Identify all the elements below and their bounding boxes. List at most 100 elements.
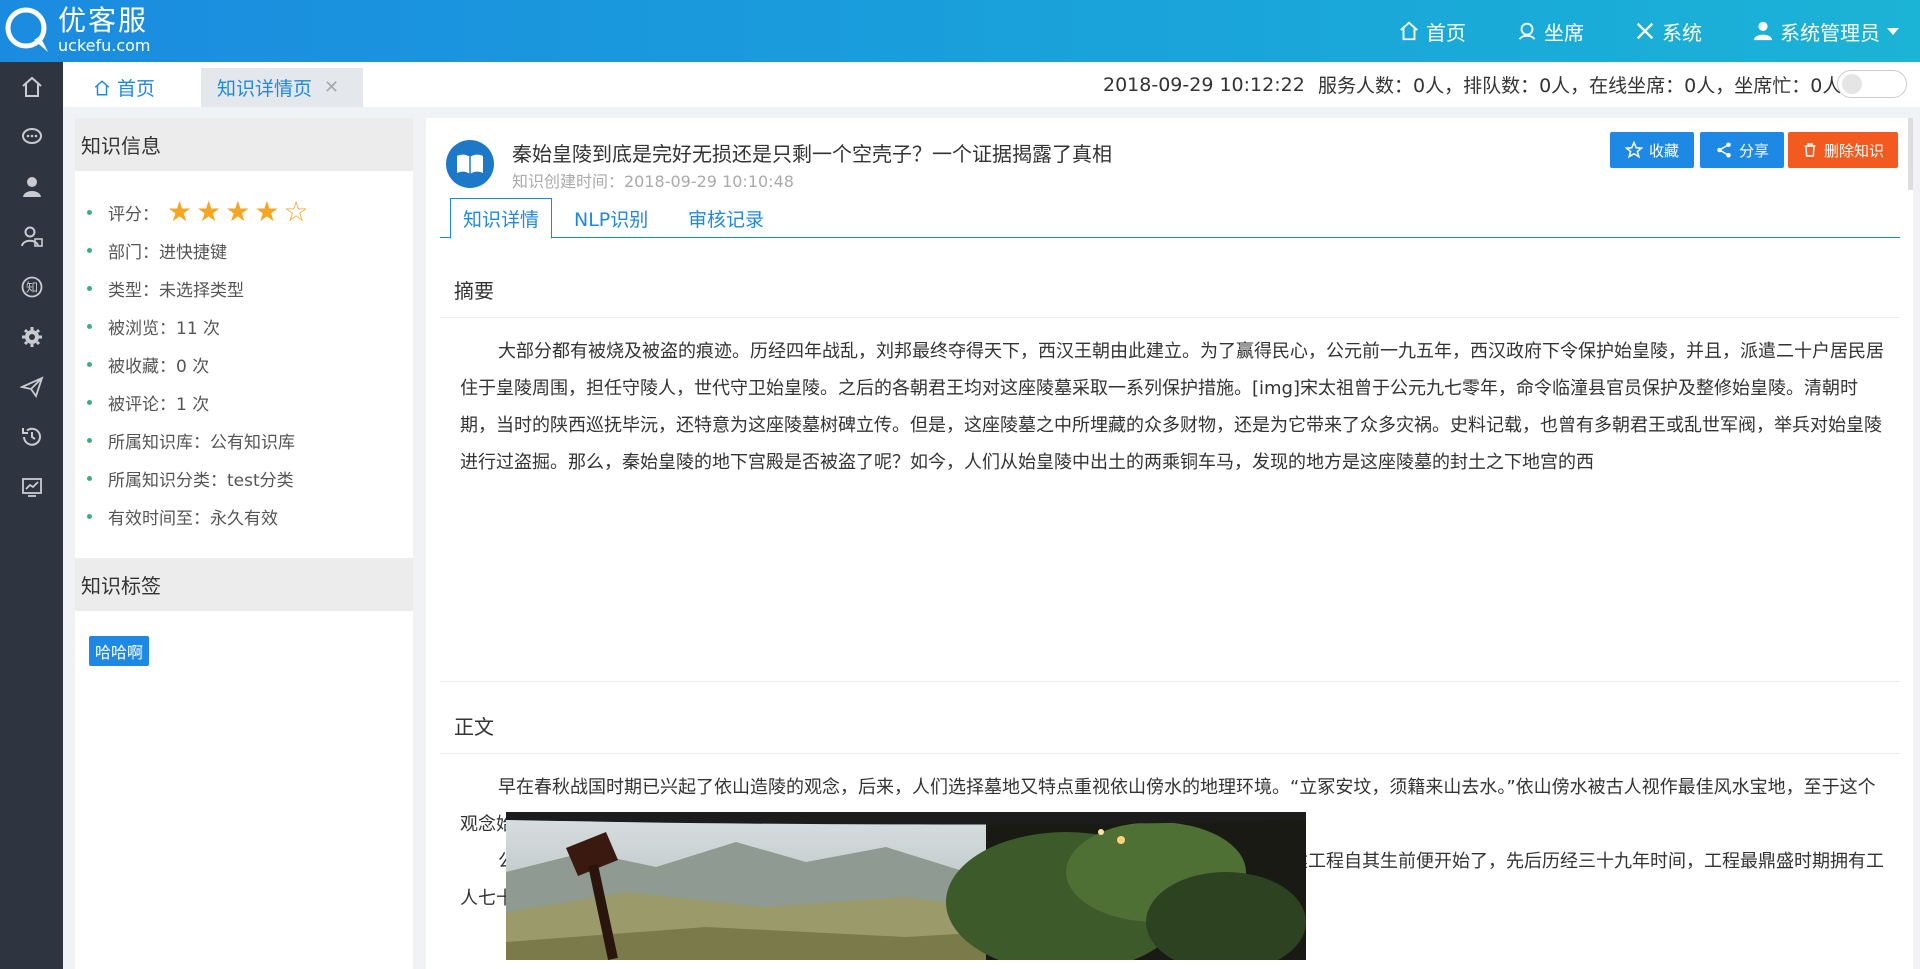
info-rating: 评分： ★ ★ ★ ★ ☆	[87, 193, 413, 231]
info-item: 所属知识库：公有知识库	[87, 421, 413, 459]
sidebar-knowledge-icon[interactable]: 知	[0, 262, 63, 312]
info-item-text: 有效时间至：永久有效	[108, 508, 278, 529]
caret-down-icon	[1887, 28, 1899, 35]
article-image	[506, 812, 1306, 960]
svg-text:知: 知	[25, 281, 37, 295]
star-filled-icon[interactable]: ★	[254, 198, 279, 226]
favorite-button[interactable]: 收藏	[1610, 132, 1694, 168]
tab-strip: 首页 知识详情页 ✕ 2018-09-29 10:12:22 服务人数：0人，排…	[63, 62, 1920, 107]
share-icon	[1717, 142, 1731, 158]
tab-home-label: 首页	[117, 78, 156, 100]
tab-knowledge-detail[interactable]: 知识详情页 ✕	[201, 68, 363, 107]
knowledge-title: 秦始皇陵到底是完好无损还是只剩一个空壳子？一个证据揭露了真相	[512, 142, 1112, 166]
summary-section: 摘要 大部分都有被烧及被盗的痕迹。历经四年战乱，刘邦最终夺得天下，西汉王朝由此建…	[440, 262, 1900, 682]
bullet-dot	[87, 247, 92, 253]
rating-stars[interactable]: ★ ★ ★ ★ ☆	[167, 198, 313, 226]
knowledge-created-time: 知识创建时间：2018-09-29 10:10:48	[512, 172, 794, 191]
body-title: 正文	[440, 698, 1900, 754]
delete-knowledge-button[interactable]: 删除知识	[1788, 132, 1898, 168]
sidebar-contact-icon[interactable]	[0, 162, 63, 212]
subtab-audit-record[interactable]: 审核记录	[676, 198, 776, 238]
bullet-dot	[87, 475, 92, 481]
current-datetime: 2018-09-29 10:12:22	[1103, 73, 1305, 96]
headset-icon	[1518, 22, 1536, 40]
info-item-text: 被收藏：0 次	[108, 356, 210, 377]
home-icon	[1400, 21, 1418, 41]
bullet-dot	[87, 323, 92, 329]
busy-toggle[interactable]	[1837, 70, 1907, 98]
knowledge-detail-panel: 秦始皇陵到底是完好无损还是只剩一个空壳子？一个证据揭露了真相 知识创建时间：20…	[426, 118, 1913, 969]
info-item-text: 部门：进快捷键	[108, 242, 227, 263]
info-item: 部门：进快捷键	[87, 231, 413, 269]
info-item-text: 被浏览：11 次	[108, 318, 221, 339]
rating-label: 评分：	[108, 204, 159, 225]
delete-button-label: 删除知识	[1823, 141, 1884, 160]
info-item: 被浏览：11 次	[87, 307, 413, 345]
nav-home-label: 首页	[1426, 20, 1466, 45]
knowledge-tag[interactable]: 哈哈啊	[89, 636, 150, 666]
sidebar-history-icon[interactable]	[0, 412, 63, 462]
top-bar: 优客服 uckefu.com 首页 坐席 系统 系统管理员	[0, 0, 1920, 62]
nav-system-label: 系统	[1662, 20, 1702, 45]
left-sidebar: 知	[0, 62, 63, 969]
service-status-summary: 服务人数：0人，排队数：0人，在线坐席：0人，坐席忙：0人	[1318, 75, 1842, 97]
tools-icon	[1636, 22, 1654, 40]
info-item: 被收藏：0 次	[87, 345, 413, 383]
chat-bubble-logo-icon	[4, 6, 52, 54]
sidebar-report-icon[interactable]	[0, 462, 63, 512]
bullet-dot	[87, 361, 92, 367]
scrollbar[interactable]	[1908, 118, 1913, 190]
info-item-text: 类型：未选择类型	[108, 280, 244, 301]
knowledge-info-panel: 知识信息 评分： ★ ★ ★ ★ ☆ 部门：进快捷键 类型：未选择类型 被浏览：11 次…	[75, 118, 413, 969]
sidebar-chat-icon[interactable]	[0, 112, 63, 162]
bullet-dot	[87, 285, 92, 291]
subtab-nlp[interactable]: NLP识别	[562, 198, 660, 238]
star-filled-icon[interactable]: ★	[225, 198, 250, 226]
logo-subtitle: uckefu.com	[58, 35, 151, 55]
tags-panel-title: 知识标签	[75, 558, 413, 611]
bullet-dot	[87, 209, 92, 215]
star-empty-icon[interactable]: ☆	[283, 198, 308, 226]
logo-title: 优客服	[58, 3, 149, 37]
user-menu[interactable]: 系统管理员	[1752, 17, 1906, 46]
sidebar-settings-gear-icon[interactable]	[0, 312, 63, 362]
summary-title: 摘要	[440, 262, 1900, 318]
info-item: 有效时间至：永久有效	[87, 497, 413, 535]
summary-text: 大部分都有被烧及被盗的痕迹。历经四年战乱，刘邦最终夺得天下，西汉王朝由此建立。为…	[460, 341, 1884, 473]
bullet-dot	[87, 513, 92, 519]
info-item: 类型：未选择类型	[87, 269, 413, 307]
nav-home[interactable]: 首页	[1398, 17, 1466, 46]
user-icon	[1753, 21, 1773, 41]
sidebar-send-icon[interactable]	[0, 362, 63, 412]
share-button-label: 分享	[1738, 141, 1769, 160]
toggle-knob	[1842, 74, 1862, 94]
share-button[interactable]: 分享	[1700, 132, 1784, 168]
nav-system[interactable]: 系统	[1634, 17, 1702, 46]
sidebar-customer-icon[interactable]	[0, 212, 63, 262]
star-filled-icon[interactable]: ★	[196, 198, 221, 226]
star-outline-icon	[1624, 141, 1643, 159]
info-list: 评分： ★ ★ ★ ★ ☆ 部门：进快捷键 类型：未选择类型 被浏览：11 次 被收藏：…	[75, 171, 413, 535]
trash-icon	[1804, 143, 1816, 157]
top-nav: 首页 坐席 系统 系统管理员	[1398, 0, 1920, 62]
book-icon	[446, 140, 494, 188]
subtab-knowledge-detail[interactable]: 知识详情	[450, 198, 553, 239]
info-item-text: 被评论：1 次	[108, 394, 210, 415]
tab-knowledge-detail-label: 知识详情页	[217, 78, 313, 100]
favorite-button-label: 收藏	[1648, 141, 1679, 160]
tab-home[interactable]: 首页	[77, 68, 171, 107]
bullet-dot	[87, 399, 92, 405]
close-icon[interactable]: ✕	[324, 77, 339, 98]
sidebar-home-icon[interactable]	[0, 62, 63, 112]
nav-agent-label: 坐席	[1544, 20, 1584, 45]
user-name: 系统管理员	[1780, 20, 1880, 45]
bullet-dot	[87, 437, 92, 443]
star-filled-icon[interactable]: ★	[167, 198, 192, 226]
info-item: 被评论：1 次	[87, 383, 413, 421]
info-panel-title: 知识信息	[75, 118, 413, 171]
info-item-text: 所属知识库：公有知识库	[108, 432, 295, 453]
app-logo[interactable]: 优客服 uckefu.com	[4, 6, 151, 54]
info-item: 所属知识分类：test分类	[87, 459, 413, 497]
nav-agent[interactable]: 坐席	[1516, 17, 1584, 46]
info-item-text: 所属知识分类：test分类	[108, 470, 294, 491]
